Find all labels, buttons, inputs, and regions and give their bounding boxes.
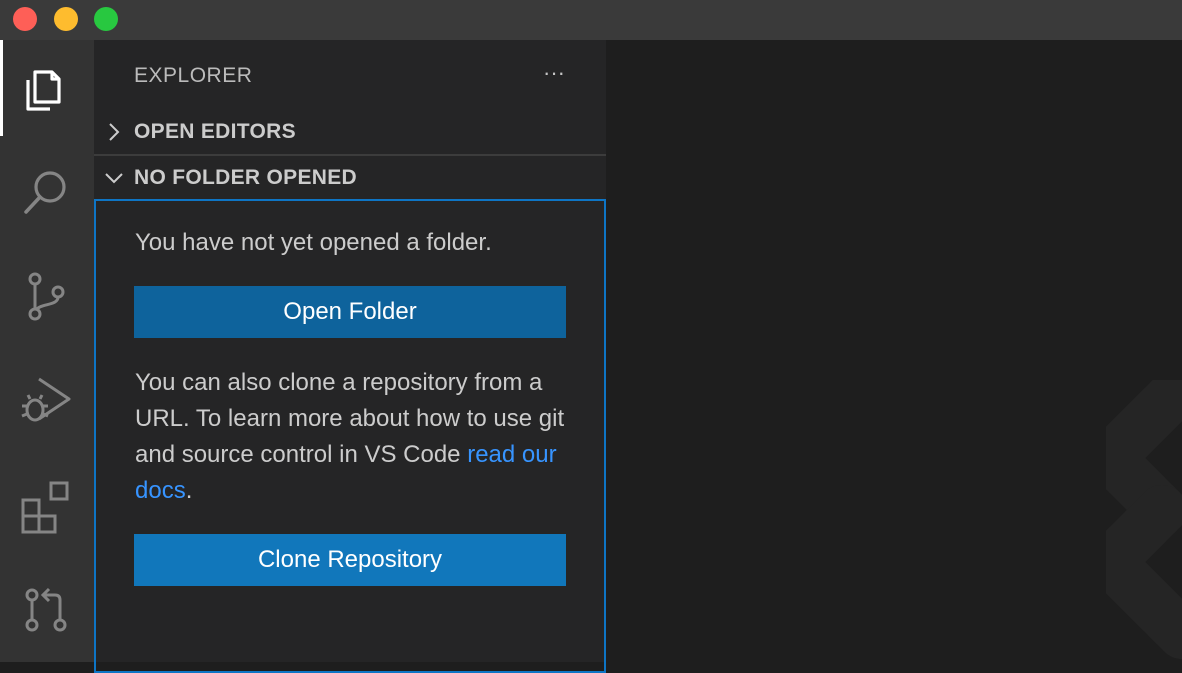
window-minimize-button[interactable] xyxy=(54,7,78,31)
window-maximize-button[interactable] xyxy=(94,7,118,31)
search-icon xyxy=(24,171,66,214)
more-actions-button[interactable]: ··· xyxy=(536,58,572,88)
no-folder-message: You have not yet opened a folder. xyxy=(135,229,492,256)
files-icon xyxy=(26,70,61,111)
extensions-icon xyxy=(21,481,69,534)
section-label: NO FOLDER OPENED xyxy=(134,166,357,189)
section-label: OPEN EDITORS xyxy=(134,120,296,143)
explorer-sidebar: EXPLORER ··· OPEN EDITORS NO FOLDER OPEN… xyxy=(94,40,606,673)
activity-pull-requests[interactable] xyxy=(0,560,94,656)
chevron-down-icon xyxy=(105,173,123,184)
source-control-icon xyxy=(28,272,65,321)
activity-explorer[interactable] xyxy=(0,40,94,136)
clone-repository-button[interactable]: Clone Repository xyxy=(134,534,566,586)
editor-area xyxy=(606,40,1182,662)
welcome-view: You have not yet opened a folder. Open F… xyxy=(94,199,606,673)
activity-run-debug[interactable] xyxy=(0,352,94,448)
activity-source-control[interactable] xyxy=(0,248,94,344)
activity-search[interactable] xyxy=(0,144,94,240)
clone-info-suffix: . xyxy=(185,477,193,504)
title-bar xyxy=(0,0,1182,40)
chevron-right-icon xyxy=(109,123,120,141)
section-no-folder-opened[interactable]: NO FOLDER OPENED xyxy=(94,156,606,200)
sidebar-title: EXPLORER xyxy=(134,64,253,87)
open-folder-button[interactable]: Open Folder xyxy=(134,286,566,338)
run-debug-icon xyxy=(21,377,71,422)
activity-extensions[interactable] xyxy=(0,456,94,552)
section-open-editors[interactable]: OPEN EDITORS xyxy=(94,110,606,156)
window-close-button[interactable] xyxy=(13,7,37,31)
pull-request-icon xyxy=(25,587,67,632)
vscode-watermark-logo xyxy=(1106,380,1182,659)
activity-bar xyxy=(0,40,94,662)
clone-info-message: You can also clone a repository from a U… xyxy=(135,365,575,509)
